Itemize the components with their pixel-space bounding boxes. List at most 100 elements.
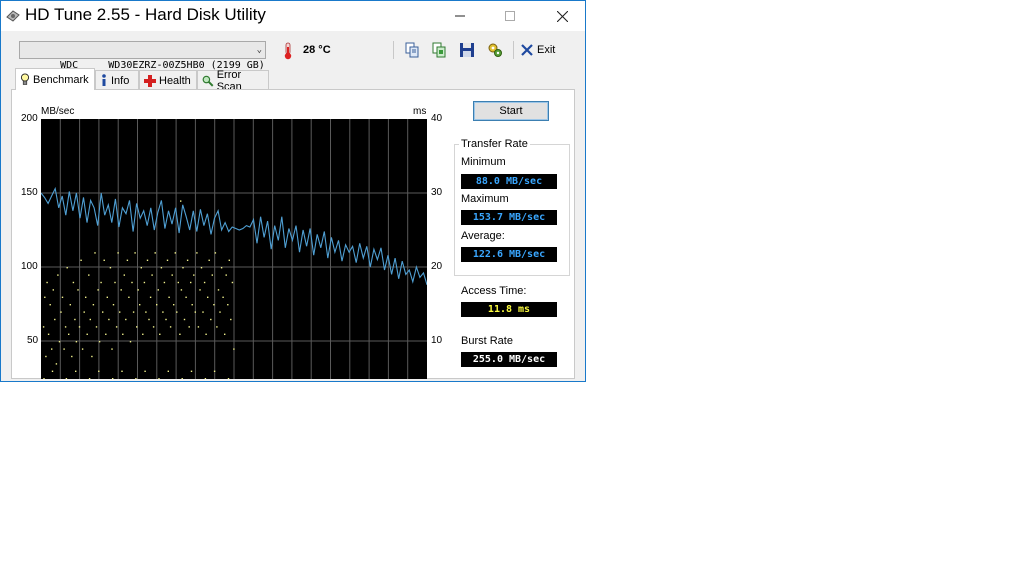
y-left-tick-label: 150	[21, 187, 38, 198]
maximize-button[interactable]	[487, 1, 533, 31]
access-time-point	[231, 281, 234, 284]
access-time-point	[55, 363, 58, 365]
save-button[interactable]	[457, 40, 477, 60]
access-time-point	[57, 274, 59, 276]
access-time-point	[69, 304, 71, 306]
access-time-point	[117, 252, 119, 254]
tab-error-scan[interactable]: Error Scan	[197, 69, 269, 93]
access-time-point	[91, 355, 93, 358]
exit-label: Exit	[537, 44, 556, 56]
access-time-point	[51, 348, 53, 350]
title-bar[interactable]: HD Tune 2.55 - Hard Disk Utility	[1, 1, 585, 31]
magnifier-icon	[202, 75, 214, 87]
access-time-point	[158, 378, 160, 379]
access-time-point	[222, 296, 224, 298]
close-button[interactable]	[539, 1, 585, 31]
access-time-point	[75, 370, 77, 372]
access-time-point	[159, 333, 161, 335]
access-time-point	[173, 304, 175, 306]
tab-benchmark[interactable]: Benchmark	[15, 68, 95, 90]
copy-screenshot-button[interactable]	[429, 40, 449, 60]
access-time-point	[106, 296, 108, 298]
minimize-button[interactable]	[437, 1, 483, 31]
access-time-point	[144, 370, 146, 372]
access-time-point	[85, 296, 87, 298]
access-time-point	[227, 378, 230, 379]
access-time-point	[139, 304, 141, 306]
access-time-point	[193, 274, 195, 276]
access-time-point	[149, 296, 152, 298]
access-time-point	[115, 326, 118, 328]
access-time-point	[123, 274, 125, 276]
options-button[interactable]	[485, 40, 505, 60]
access-time-point	[128, 296, 130, 298]
maximum-label: Maximum	[461, 193, 509, 205]
access-time-point	[97, 289, 99, 291]
access-time-point	[190, 281, 192, 284]
access-time-point	[154, 252, 156, 254]
y-right-tick-label: 20	[431, 261, 443, 272]
drive-select[interactable]: WDC WD30EZRZ-00Z5HB0 (2199 GB) ⌄	[19, 41, 266, 71]
toolbar-separator	[513, 41, 514, 59]
access-time-point	[98, 341, 101, 343]
access-time-point	[80, 259, 82, 261]
access-time-point	[83, 311, 85, 313]
access-time-label: Access Time:	[461, 285, 527, 297]
floppy-disk-icon	[460, 43, 474, 57]
access-time-point	[66, 267, 68, 269]
access-time-point	[125, 318, 127, 321]
transfer-rate-title: Transfer Rate	[459, 138, 530, 150]
start-button[interactable]: Start	[473, 101, 549, 121]
access-time-point	[109, 267, 112, 269]
access-time-point	[148, 318, 150, 321]
access-time-point	[92, 304, 95, 306]
y-left-tick-label: 100	[21, 261, 38, 272]
access-time-point	[140, 267, 142, 269]
y-left-tick-label: 50	[27, 335, 39, 346]
access-time-point	[191, 304, 193, 306]
access-time-point	[60, 311, 62, 313]
access-time-point	[88, 274, 90, 276]
access-time-point	[105, 333, 107, 335]
access-time-point	[211, 274, 213, 276]
access-time-point	[160, 267, 163, 269]
access-time-point	[112, 378, 114, 379]
access-time-point	[213, 304, 215, 306]
access-time-point	[230, 318, 232, 321]
access-time-point	[204, 378, 207, 379]
access-time-point	[225, 274, 227, 276]
access-time-point	[182, 267, 184, 269]
access-time-point	[45, 355, 47, 358]
access-time-point	[217, 289, 220, 291]
exit-button[interactable]: Exit	[521, 42, 555, 58]
access-time-point	[171, 274, 173, 276]
copy-icon	[405, 42, 419, 58]
access-time-point	[162, 311, 164, 313]
access-time-point	[152, 326, 155, 328]
access-time-point	[126, 259, 129, 261]
access-time-point	[214, 252, 217, 254]
minimum-value: 88.0 MB/sec	[461, 174, 557, 189]
copy-info-button[interactable]	[402, 40, 422, 60]
access-time-point	[143, 281, 146, 284]
access-time-point	[199, 289, 201, 291]
access-time-value: 11.8 ms	[461, 302, 557, 317]
access-time-point	[188, 326, 190, 328]
toolbar-separator	[393, 41, 394, 59]
access-time-point	[208, 259, 210, 261]
y-left-tick-label: 200	[21, 113, 38, 124]
access-time-point	[58, 341, 61, 343]
access-time-point	[220, 267, 223, 269]
access-time-point	[135, 378, 137, 379]
access-time-point	[227, 304, 229, 306]
minimize-icon	[455, 15, 465, 17]
access-time-point	[65, 378, 68, 379]
info-icon	[102, 74, 106, 86]
access-time-point	[86, 333, 88, 335]
tab-health[interactable]: Health	[139, 70, 197, 90]
main-window: HD Tune 2.55 - Hard Disk Utility WDC WD3…	[0, 0, 586, 382]
tab-info[interactable]: Info	[95, 70, 139, 90]
health-cross-icon	[144, 74, 156, 87]
y-right-tick-label: 40	[431, 113, 443, 124]
access-time-point	[142, 333, 144, 335]
